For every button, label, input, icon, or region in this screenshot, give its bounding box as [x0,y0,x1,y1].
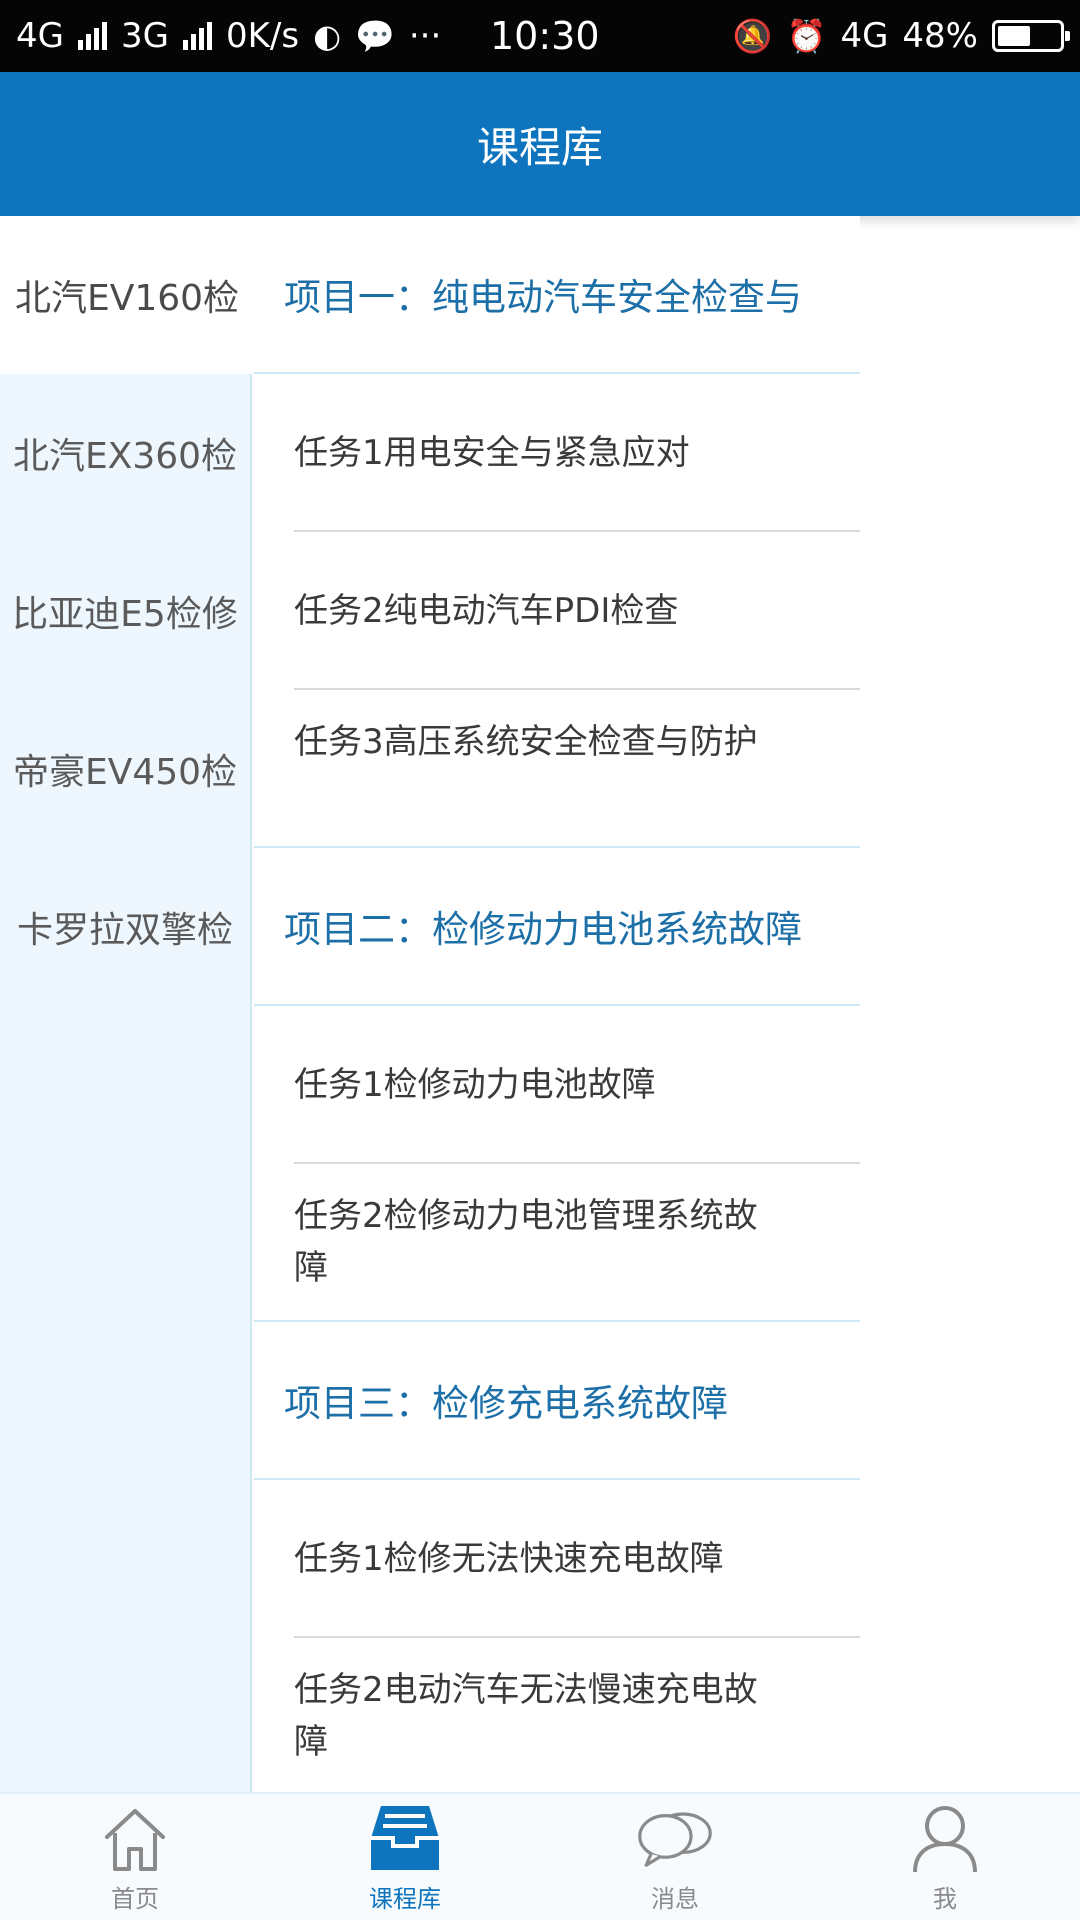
nav-messages[interactable]: 消息 [540,1794,810,1920]
nav-label: 消息 [651,1885,699,1913]
nav-label: 课程库 [369,1885,441,1913]
section-title: 项目二：检修动力电池系统故障 [284,908,802,951]
list-item[interactable]: 任务2纯电动汽车PDI检查 [254,532,860,690]
sidebar-item-label: 北汽EX360检 [12,436,238,477]
alarm-icon: ⏰ [786,17,827,55]
signal-icon [77,22,107,50]
section-title: 项目三：检修充电系统故障 [284,1382,728,1425]
mute-bell-icon: 🔕 [732,17,773,55]
task-label: 任务2电动汽车无法慢速充电故障 [294,1670,758,1762]
status-bar: 4G 3G 0K/s ◐ 💬 ··· 10:30 🔕 ⏰ 4G 48% [0,0,1080,72]
sidebar-item-bq-ex360[interactable]: 北汽EX360检 [0,374,250,532]
page-title: 课程库 [476,122,603,172]
section-header[interactable]: 项目一：纯电动汽车安全检查与 [254,216,860,374]
battery-icon [992,20,1070,52]
list-item[interactable]: 任务2电动汽车无法慢速充电故障 [254,1638,860,1792]
more-notifications: ··· [408,16,442,56]
signal-icon-2 [182,22,212,50]
nav-me[interactable]: 我 [810,1794,1080,1920]
status-left: 4G 3G 0K/s ◐ 💬 ··· [16,16,441,56]
nav-label: 我 [933,1885,957,1913]
sidebar-item-label: 帝豪EV450检 [12,752,238,793]
task-label: 任务1检修动力电池故障 [294,1065,656,1105]
status-right: 🔕 ⏰ 4G 48% [732,16,1070,56]
section-header[interactable]: 项目二：检修动力电池系统故障 [254,848,860,1006]
browser-icon: ◐ [313,17,341,55]
sidebar: 北汽EV160检 北汽EX360检 比亚迪E5检修 帝豪EV450检 卡罗拉双擎… [0,216,254,1792]
task-label: 任务1用电安全与紧急应对 [294,433,690,473]
nav-course-library[interactable]: 课程库 [270,1794,540,1920]
section-header[interactable]: 项目三：检修充电系统故障 [254,1322,860,1480]
sidebar-item-label: 北汽EV160检 [14,278,240,319]
wechat-icon: 💬 [355,17,395,55]
list-item[interactable]: 任务1检修无法快速充电故障 [254,1480,860,1638]
nav-home[interactable]: 首页 [0,1794,270,1920]
network-type-3: 4G [840,16,889,56]
sidebar-item-bq-ev160[interactable]: 北汽EV160检 [0,216,254,374]
app-header: 课程库 [0,72,1080,216]
chat-bubbles-icon [635,1801,715,1875]
course-list: 项目一：纯电动汽车安全检查与 任务1用电安全与紧急应对 任务2纯电动汽车PDI检… [254,216,860,1792]
sidebar-item-corolla-hybrid[interactable]: 卡罗拉双擎检 [0,848,250,1006]
sidebar-item-geely-ev450[interactable]: 帝豪EV450检 [0,690,250,848]
inbox-tray-icon [365,1801,445,1875]
home-icon [95,1801,175,1875]
battery-fill [998,26,1030,46]
bottom-nav: 首页 课程库 消息 我 [0,1792,1080,1920]
task-label: 任务2纯电动汽车PDI检查 [294,591,679,631]
sidebar-item-label: 比亚迪E5检修 [12,594,238,635]
network-type-1: 4G [16,16,64,56]
list-item[interactable]: 任务1用电安全与紧急应对 [254,374,860,532]
list-item[interactable]: 任务1检修动力电池故障 [254,1006,860,1164]
list-item[interactable]: 任务2检修动力电池管理系统故障 [254,1164,860,1322]
nav-label: 首页 [111,1885,159,1913]
task-label: 任务2检修动力电池管理系统故障 [294,1196,758,1288]
network-speed: 0K/s [225,16,300,56]
task-label: 任务1检修无法快速充电故障 [294,1539,724,1579]
person-icon [905,1801,985,1875]
list-item[interactable]: 任务3高压系统安全检查与防护 [254,690,860,848]
sidebar-item-label: 卡罗拉双擎检 [16,910,233,951]
network-type-2: 3G [120,16,169,56]
clock: 10:30 [490,14,600,58]
battery-percent: 48% [902,16,978,56]
section-title: 项目一：纯电动汽车安全检查与 [284,276,802,319]
task-label: 任务3高压系统安全检查与防护 [294,722,758,762]
sidebar-item-byd-e5[interactable]: 比亚迪E5检修 [0,532,250,690]
